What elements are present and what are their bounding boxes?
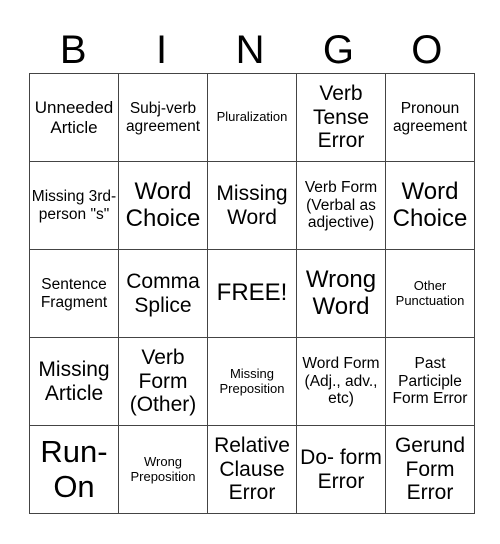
bingo-cell[interactable]: Missing 3rd- person "s"	[29, 161, 119, 250]
bingo-cell[interactable]: Missing Word	[207, 161, 297, 250]
header-letter-g: G	[322, 28, 354, 72]
bingo-cell[interactable]: Other Punctuation	[385, 249, 475, 338]
bingo-cell[interactable]: Missing Article	[29, 337, 119, 426]
bingo-cell[interactable]: Relative Clause Error	[207, 425, 297, 514]
bingo-row: Unneeded Article Subj-verb agreement Plura…	[29, 73, 475, 162]
bingo-cell[interactable]: Gerund Form Error	[385, 425, 475, 514]
header-letter-o: O	[411, 28, 443, 72]
bingo-cell[interactable]: Sentence Fragment	[29, 249, 119, 338]
bingo-cell[interactable]: Missing Preposition	[207, 337, 297, 426]
bingo-cell[interactable]: Verb Tense Error	[296, 73, 386, 162]
bingo-cell[interactable]: Subj-verb agreement	[118, 73, 208, 162]
bingo-cell[interactable]: Wrong Word	[296, 249, 386, 338]
bingo-cell[interactable]: Word Choice	[385, 161, 475, 250]
bingo-cell[interactable]: FREE!	[207, 249, 297, 338]
header-letter-n: N	[235, 28, 265, 72]
bingo-cell[interactable]: Past Participle Form Error	[385, 337, 475, 426]
bingo-cell[interactable]: Wrong Preposition	[118, 425, 208, 514]
bingo-cell[interactable]: Pluralization	[207, 73, 297, 162]
bingo-cell[interactable]: Verb Form (Other)	[118, 337, 208, 426]
header-letter-i: I	[156, 28, 168, 72]
bingo-cell[interactable]: Word Choice	[118, 161, 208, 250]
bingo-cell[interactable]: Run- On	[29, 425, 119, 514]
bingo-cell[interactable]: Pronoun agreement	[385, 73, 475, 162]
bingo-cell[interactable]: Unneeded Article	[29, 73, 119, 162]
bingo-cell[interactable]: Word Form (Adj., adv., etc)	[296, 337, 386, 426]
bingo-row: Sentence Fragment Comma Splice FREE! Wrong …	[29, 249, 475, 338]
bingo-cell[interactable]: Verb Form (Verbal as adjective)	[296, 161, 386, 250]
bingo-cell[interactable]: Do- form Error	[296, 425, 386, 514]
bingo-row: Run- On Wrong Preposition Relative Clause …	[29, 425, 475, 514]
bingo-cell[interactable]: Comma Splice	[118, 249, 208, 338]
bingo-row: Missing Article Verb Form (Other) Missing …	[29, 337, 475, 426]
bingo-header: B I N G O	[29, 28, 471, 73]
bingo-grid: Unneeded Article Subj-verb agreement Plura…	[29, 73, 475, 514]
bingo-row: Missing 3rd- person "s" Word Choice Missin…	[29, 161, 475, 250]
header-letter-b: B	[59, 28, 87, 72]
